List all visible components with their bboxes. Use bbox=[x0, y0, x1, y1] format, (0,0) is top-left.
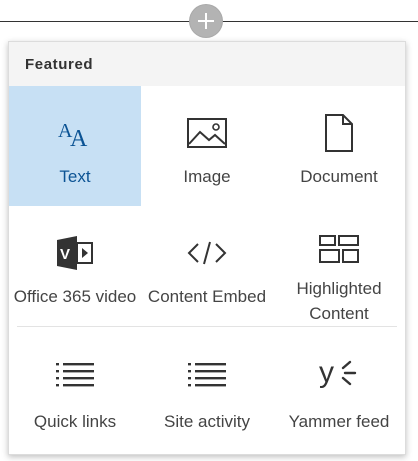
tile-document[interactable]: Document bbox=[273, 86, 405, 206]
tile-office-365-video[interactable]: V Office 365 video bbox=[9, 206, 141, 326]
code-embed-icon bbox=[187, 232, 227, 274]
tile-content-embed[interactable]: Content Embed bbox=[141, 206, 273, 326]
tile-highlighted-content[interactable]: Highlighted Content bbox=[273, 206, 405, 326]
quick-links-icon bbox=[55, 353, 95, 395]
tile-label: Text bbox=[59, 167, 91, 186]
tile-quick-links[interactable]: Quick links bbox=[9, 327, 141, 453]
webpart-grid-top: A A Text Image Document V Office 365 vid… bbox=[9, 86, 405, 326]
tile-label: Content Embed bbox=[147, 287, 267, 306]
section-title: Featured bbox=[9, 42, 405, 86]
highlighted-content-icon bbox=[319, 232, 359, 266]
tile-label: Quick links bbox=[33, 412, 117, 431]
site-activity-icon bbox=[187, 353, 227, 395]
tile-label: Document bbox=[300, 167, 378, 186]
tile-label: Highlighted Content bbox=[296, 279, 382, 323]
tile-image[interactable]: Image bbox=[141, 86, 273, 206]
tile-label: Office 365 video bbox=[13, 287, 137, 306]
svg-text:V: V bbox=[60, 246, 70, 263]
plus-icon bbox=[198, 13, 214, 29]
text-icon: A A bbox=[57, 112, 93, 154]
webpart-grid-bottom: Quick links Site activity y Yammer feed bbox=[9, 327, 405, 453]
add-webpart-button[interactable] bbox=[190, 5, 222, 37]
tile-label: Site activity bbox=[164, 412, 250, 431]
tile-label: Yammer feed bbox=[288, 412, 390, 431]
svg-text:A: A bbox=[70, 126, 88, 149]
tile-label: Image bbox=[183, 167, 231, 186]
tile-text[interactable]: A A Text bbox=[9, 86, 141, 206]
svg-text:y: y bbox=[319, 356, 334, 389]
yammer-icon: y bbox=[319, 353, 359, 395]
webpart-toolbox: Featured A A Text Image Document V Offic… bbox=[8, 41, 406, 455]
image-icon bbox=[187, 112, 227, 154]
tile-site-activity[interactable]: Site activity bbox=[141, 327, 273, 453]
office-365-video-icon: V bbox=[55, 232, 95, 274]
tile-yammer-feed[interactable]: y Yammer feed bbox=[273, 327, 405, 453]
document-icon bbox=[324, 112, 354, 154]
